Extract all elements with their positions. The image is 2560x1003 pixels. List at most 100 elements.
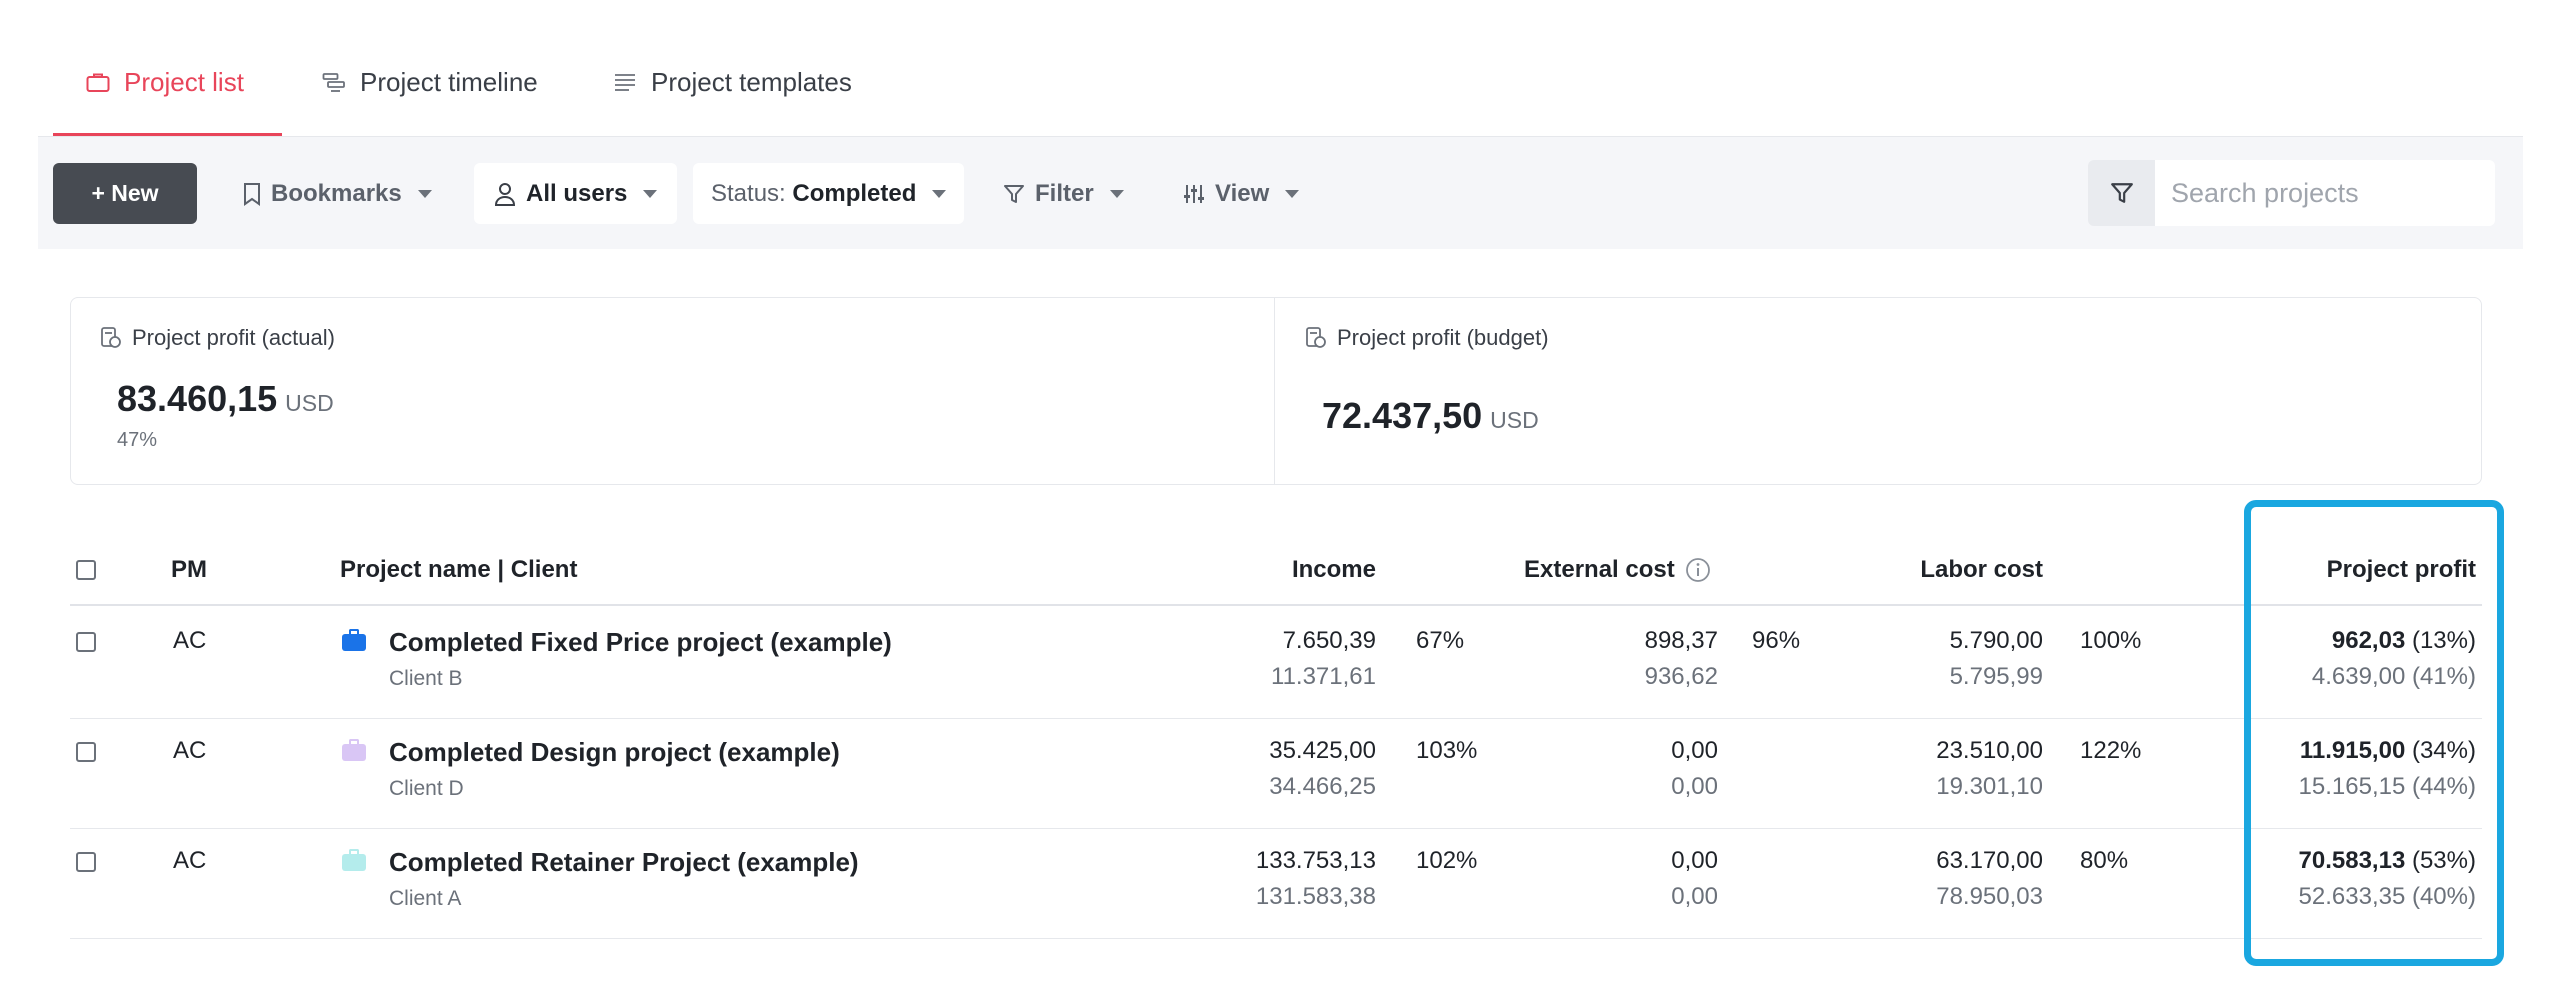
external-cost-budget: 0,00 — [1671, 773, 1718, 800]
view-dropdown[interactable]: View — [1183, 163, 1300, 224]
list-icon — [615, 74, 635, 91]
profit-budget-value: 72.437,50 USD — [1322, 395, 1539, 437]
tab-label: Project list — [124, 66, 244, 97]
stat-label-text: Project profit (actual) — [132, 325, 335, 350]
external-cost-budget: 0,00 — [1671, 883, 1718, 910]
labor-cost-actual: 23.510,00 — [1936, 737, 2043, 764]
labor-cost-actual: 63.170,00 — [1936, 847, 2043, 874]
income-budget: 11.371,61 — [1271, 663, 1376, 690]
filter-icon — [1004, 184, 1024, 203]
status-dropdown[interactable]: Status: Completed — [693, 163, 965, 224]
summary-divider — [1274, 297, 1275, 485]
pm-initials: AC — [173, 627, 207, 654]
income-budget: 34.466,25 — [1269, 773, 1376, 800]
profit-budget-label: Project profit (budget) — [1305, 325, 1549, 351]
timeline-icon — [322, 73, 345, 92]
income-actual: 35.425,00 — [1269, 737, 1376, 764]
header-label: External cost — [1524, 556, 1675, 583]
status-value: Completed — [792, 179, 917, 207]
search-filter-button[interactable] — [2088, 160, 2155, 226]
tab-project-timeline[interactable]: Project timeline — [322, 62, 538, 102]
project-name[interactable]: Completed Fixed Price project (example) — [389, 627, 892, 658]
filter-icon — [2110, 183, 2133, 203]
income-actual: 7.650,39 — [1282, 627, 1376, 654]
briefcase-icon — [86, 73, 110, 92]
external-cost-actual: 0,00 — [1671, 847, 1718, 874]
profit-column-highlight — [2244, 500, 2504, 966]
row-checkbox[interactable] — [76, 852, 96, 872]
tab-project-list[interactable]: Project list — [86, 62, 244, 102]
stat-label-text: Project profit (budget) — [1337, 325, 1549, 350]
users-dropdown[interactable]: All users — [474, 163, 678, 224]
project-name[interactable]: Completed Design project (example) — [389, 737, 840, 768]
chevron-down-icon — [932, 189, 947, 198]
money-icon — [101, 327, 121, 348]
pm-initials: AC — [173, 737, 207, 764]
chevron-down-icon — [643, 189, 658, 198]
briefcase-icon — [342, 849, 366, 871]
filter-dropdown[interactable]: Filter — [1003, 163, 1124, 224]
filter-label: Filter — [1035, 179, 1094, 207]
labor-cost-budget: 78.950,03 — [1936, 883, 2043, 910]
column-header-pm[interactable]: PM — [171, 556, 207, 584]
income-percent: 103% — [1416, 737, 1478, 764]
tab-label: Project timeline — [360, 66, 538, 97]
income-percent: 102% — [1416, 847, 1478, 874]
chevron-down-icon — [417, 189, 432, 198]
money-icon — [1306, 327, 1326, 348]
external-cost-percent: 96% — [1752, 627, 1801, 654]
row-checkbox[interactable] — [76, 742, 96, 762]
row-divider — [70, 938, 2482, 939]
view-label: View — [1215, 179, 1270, 207]
external-cost-actual: 898,37 — [1644, 627, 1718, 654]
chevron-down-icon — [1109, 189, 1124, 198]
external-cost-budget: 936,62 — [1644, 663, 1718, 690]
profit-actual-value: 83.460,15 USD — [117, 378, 334, 420]
column-header-external-cost[interactable]: External cost — [1524, 556, 1711, 584]
user-icon — [494, 182, 516, 206]
profit-actual-percent: 47% — [117, 429, 158, 451]
users-label: All users — [526, 179, 628, 207]
row-divider — [70, 828, 2482, 829]
briefcase-icon — [342, 739, 366, 761]
row-checkbox[interactable] — [76, 632, 96, 652]
sliders-icon — [1184, 184, 1204, 203]
profit-actual-label: Project profit (actual) — [100, 325, 335, 351]
stat-number: 72.437,50 — [1322, 395, 1483, 436]
new-project-button[interactable]: + New — [53, 163, 197, 224]
bookmarks-dropdown[interactable]: Bookmarks — [243, 163, 432, 224]
status-prefix: Status: — [711, 179, 793, 207]
labor-cost-budget: 5.795,99 — [1949, 663, 2043, 690]
profit-summary — [70, 297, 2482, 485]
external-cost-actual: 0,00 — [1671, 737, 1718, 764]
chevron-down-icon — [1285, 189, 1300, 198]
select-all-checkbox[interactable] — [76, 560, 96, 580]
income-actual: 133.753,13 — [1255, 847, 1376, 874]
labor-cost-actual: 5.790,00 — [1949, 627, 2043, 654]
briefcase-icon — [342, 629, 366, 651]
labor-cost-budget: 19.301,10 — [1936, 773, 2043, 800]
tab-project-templates[interactable]: Project templates — [613, 62, 852, 102]
income-budget: 131.583,38 — [1255, 883, 1376, 910]
column-header-income[interactable]: Income — [1180, 556, 1376, 584]
search-input[interactable] — [2155, 160, 2495, 226]
client-name: Client D — [389, 777, 464, 800]
project-name[interactable]: Completed Retainer Project (example) — [389, 847, 859, 878]
column-header-name[interactable]: Project name | Client — [340, 556, 577, 584]
bookmarks-label: Bookmarks — [271, 179, 402, 207]
labor-cost-percent: 80% — [2080, 847, 2129, 874]
tab-label: Project templates — [651, 66, 852, 97]
header-divider — [70, 604, 2482, 606]
row-divider — [70, 718, 2482, 719]
labor-cost-percent: 100% — [2080, 627, 2142, 654]
stat-number: 83.460,15 — [117, 378, 278, 419]
stat-unit: USD — [285, 390, 334, 416]
labor-cost-percent: 122% — [2080, 737, 2142, 764]
client-name: Client A — [389, 887, 462, 910]
column-header-labor-cost[interactable]: Labor cost — [1846, 556, 2043, 584]
bookmark-icon — [244, 182, 260, 206]
stat-unit: USD — [1490, 407, 1539, 433]
info-icon[interactable] — [1685, 557, 1711, 583]
pm-initials: AC — [173, 847, 207, 874]
income-percent: 67% — [1416, 627, 1465, 654]
